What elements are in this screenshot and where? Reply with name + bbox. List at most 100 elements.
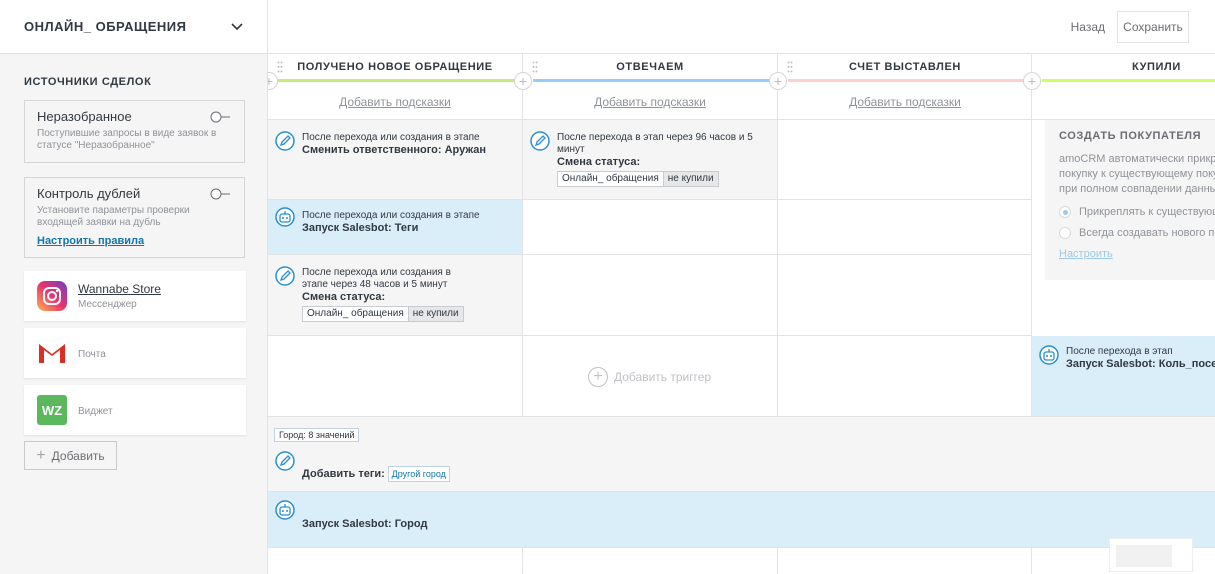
source-card-instagram[interactable]: Wannabe Store Мессенджер (24, 271, 246, 321)
desc-line: при полном совпадении данны (1059, 183, 1215, 195)
source-type: Виджет (78, 406, 113, 417)
add-stage-button[interactable]: + (514, 72, 532, 90)
stage-color-bar (278, 79, 522, 82)
trigger-cell[interactable] (268, 336, 522, 417)
stage-name: ОТВЕЧАЕМ (616, 61, 684, 73)
trigger-text[interactable]: После перехода в этап через 96 часов и 5… (557, 132, 767, 187)
buyer-configure-link[interactable]: Настроить (1059, 248, 1113, 260)
gmail-icon (38, 343, 66, 363)
topbar: Назад Сохранить (268, 0, 1215, 54)
stage-name: КУПИЛИ (1132, 61, 1181, 73)
stage-header: СЧЕТ ВЫСТАВЛЕН Добавить подсказки (778, 54, 1032, 120)
stage-color-bar (1042, 79, 1215, 82)
source-card-gmail[interactable]: Почта (24, 328, 246, 378)
trigger-action: Запуск Salesbot: Теги (302, 222, 419, 234)
edit-pencil-icon (275, 131, 295, 151)
trigger-when: После перехода в этап (1066, 346, 1173, 357)
sidebar: ОНЛАЙН_ ОБРАЩЕНИЯ ИСТОЧНИКИ СДЕЛОК Нераз… (0, 0, 268, 574)
add-trigger-button[interactable]: + Добавить триггер (588, 367, 711, 387)
status-value: не купили (662, 172, 718, 186)
trigger-text[interactable]: Добавить теги: Другой город (302, 466, 450, 482)
source-card-widget[interactable]: WZ Виджет (24, 385, 246, 435)
status-tag: Онлайн_ обращения не купили (302, 306, 464, 322)
city-filter-tag[interactable]: Город: 8 значений (274, 428, 360, 442)
trigger-when: После перехода в этап через 96 часов и 5… (557, 132, 753, 155)
salesbot-robot-icon (1039, 345, 1059, 365)
trigger-text[interactable]: После перехода или создания в этапе чере… (302, 267, 467, 322)
edit-pencil-icon (530, 131, 550, 151)
create-buyer-desc: amoCRM автоматически прикр покупку к сущ… (1059, 152, 1215, 197)
trigger-action: Смена статуса: (302, 291, 386, 303)
trigger-text[interactable]: После перехода или создания в этапе Запу… (302, 210, 512, 235)
create-buyer-panel: СОЗДАТЬ ПОКУПАТЕЛЯ amoCRM автоматически … (1045, 120, 1215, 280)
instagram-icon (37, 281, 67, 311)
source-name: Wannabe Store (78, 282, 161, 296)
stage-header: ОТВЕЧАЕМ Добавить подсказки (523, 54, 777, 120)
trigger-cell[interactable] (778, 200, 1032, 255)
duplicates-title: Контроль дублей (37, 186, 141, 201)
trigger-text[interactable]: После перехода или создания в этапе Смен… (302, 132, 512, 157)
status-pipeline: Онлайн_ обращения (558, 172, 663, 186)
edit-pencil-icon (275, 266, 295, 286)
stage-name: ПОЛУЧЕНО НОВОЕ ОБРАЩЕНИЕ (297, 61, 493, 73)
add-tags-label: Добавить теги: (302, 468, 385, 480)
create-buyer-title: СОЗДАТЬ ПОКУПАТЕЛЯ (1059, 130, 1202, 142)
plus-circle-icon: + (588, 367, 608, 387)
trigger-action: Запуск Salesbot: Коль_посещ (1066, 358, 1215, 370)
desc-line: amoCRM автоматически прикр (1059, 153, 1215, 165)
add-source-label: Добавить (51, 448, 105, 463)
plus-icon: + (36, 446, 46, 464)
add-hints-link[interactable]: Добавить подсказки (523, 95, 777, 109)
option-label: Прикреплять к существующ (1079, 206, 1215, 218)
duplicates-box[interactable]: Контроль дублей Установите параметры про… (24, 177, 245, 258)
back-button[interactable]: Назад (1071, 20, 1105, 34)
add-source-button[interactable]: + Добавить (24, 441, 117, 470)
radio-empty-icon (1059, 227, 1071, 239)
trigger-cell[interactable] (523, 255, 777, 336)
salesbot-robot-icon (275, 500, 295, 520)
source-type: Мессенджер (78, 299, 137, 310)
status-pipeline: Онлайн_ обращения (303, 307, 408, 321)
trigger-action: Сменить ответственного: Аружан (302, 144, 487, 156)
duplicates-rules-link[interactable]: Настроить правила (37, 235, 144, 247)
duplicates-desc: Установите параметры проверки входящей з… (37, 205, 190, 228)
add-stage-button[interactable]: + (769, 72, 787, 90)
tag-chip: Другой город (387, 466, 450, 482)
desc-line: покупку к существующему поку (1059, 168, 1215, 180)
stage-color-bar (788, 79, 1032, 82)
trigger-action: Запуск Salesbot: Город (302, 518, 428, 530)
pipeline-selector[interactable]: ОНЛАЙН_ ОБРАЩЕНИЯ (0, 0, 267, 54)
wz-widget-icon: WZ (37, 395, 67, 425)
stage-color-bar (533, 79, 777, 82)
save-button[interactable]: Сохранить (1117, 11, 1189, 43)
chevron-down-icon (231, 22, 243, 30)
trigger-text[interactable]: Запуск Salesbot: Город (302, 518, 427, 531)
add-hints-link[interactable]: Добавить подсказки (268, 95, 522, 109)
pipeline-board: ПОЛУЧЕНО НОВОЕ ОБРАЩЕНИЕ Добавить подска… (268, 54, 1215, 574)
sources-title: ИСТОЧНИКИ СДЕЛОК (24, 76, 152, 88)
add-hints-link[interactable]: Добавить подсказки (778, 95, 1032, 109)
radio-selected-icon (1059, 206, 1071, 218)
stage-header: КУПИЛИ (1032, 54, 1215, 120)
buyer-option-attach[interactable]: Прикреплять к существующ (1059, 206, 1215, 218)
add-stage-button[interactable]: + (1023, 72, 1041, 90)
trigger-cell[interactable] (523, 200, 777, 255)
buyer-option-create[interactable]: Всегда создавать нового по (1059, 227, 1215, 239)
unsorted-toggle[interactable] (210, 111, 232, 123)
salesbot-robot-icon (275, 207, 295, 227)
unsorted-desc: Поступившие запросы в виде заявок в стат… (37, 128, 217, 151)
trigger-cell[interactable] (778, 255, 1032, 336)
unsorted-title: Неразобранное (37, 109, 132, 124)
unsorted-box[interactable]: Неразобранное Поступившие запросы в виде… (24, 100, 245, 163)
stage-name: СЧЕТ ВЫСТАВЛЕН (849, 61, 961, 73)
duplicates-toggle[interactable] (210, 188, 232, 200)
add-trigger-label: Добавить триггер (614, 370, 712, 384)
trigger-action: Смена статуса: (557, 156, 641, 168)
column-divider (1031, 548, 1032, 574)
trigger-text[interactable]: После перехода в этап Запуск Salesbot: К… (1066, 346, 1215, 371)
status-tag: Онлайн_ обращения не купили (557, 171, 719, 187)
trigger-cell[interactable] (778, 120, 1032, 200)
trigger-cell[interactable] (778, 336, 1032, 417)
column-divider (522, 548, 523, 574)
trigger-when: После перехода или создания в этапе чере… (302, 267, 451, 290)
